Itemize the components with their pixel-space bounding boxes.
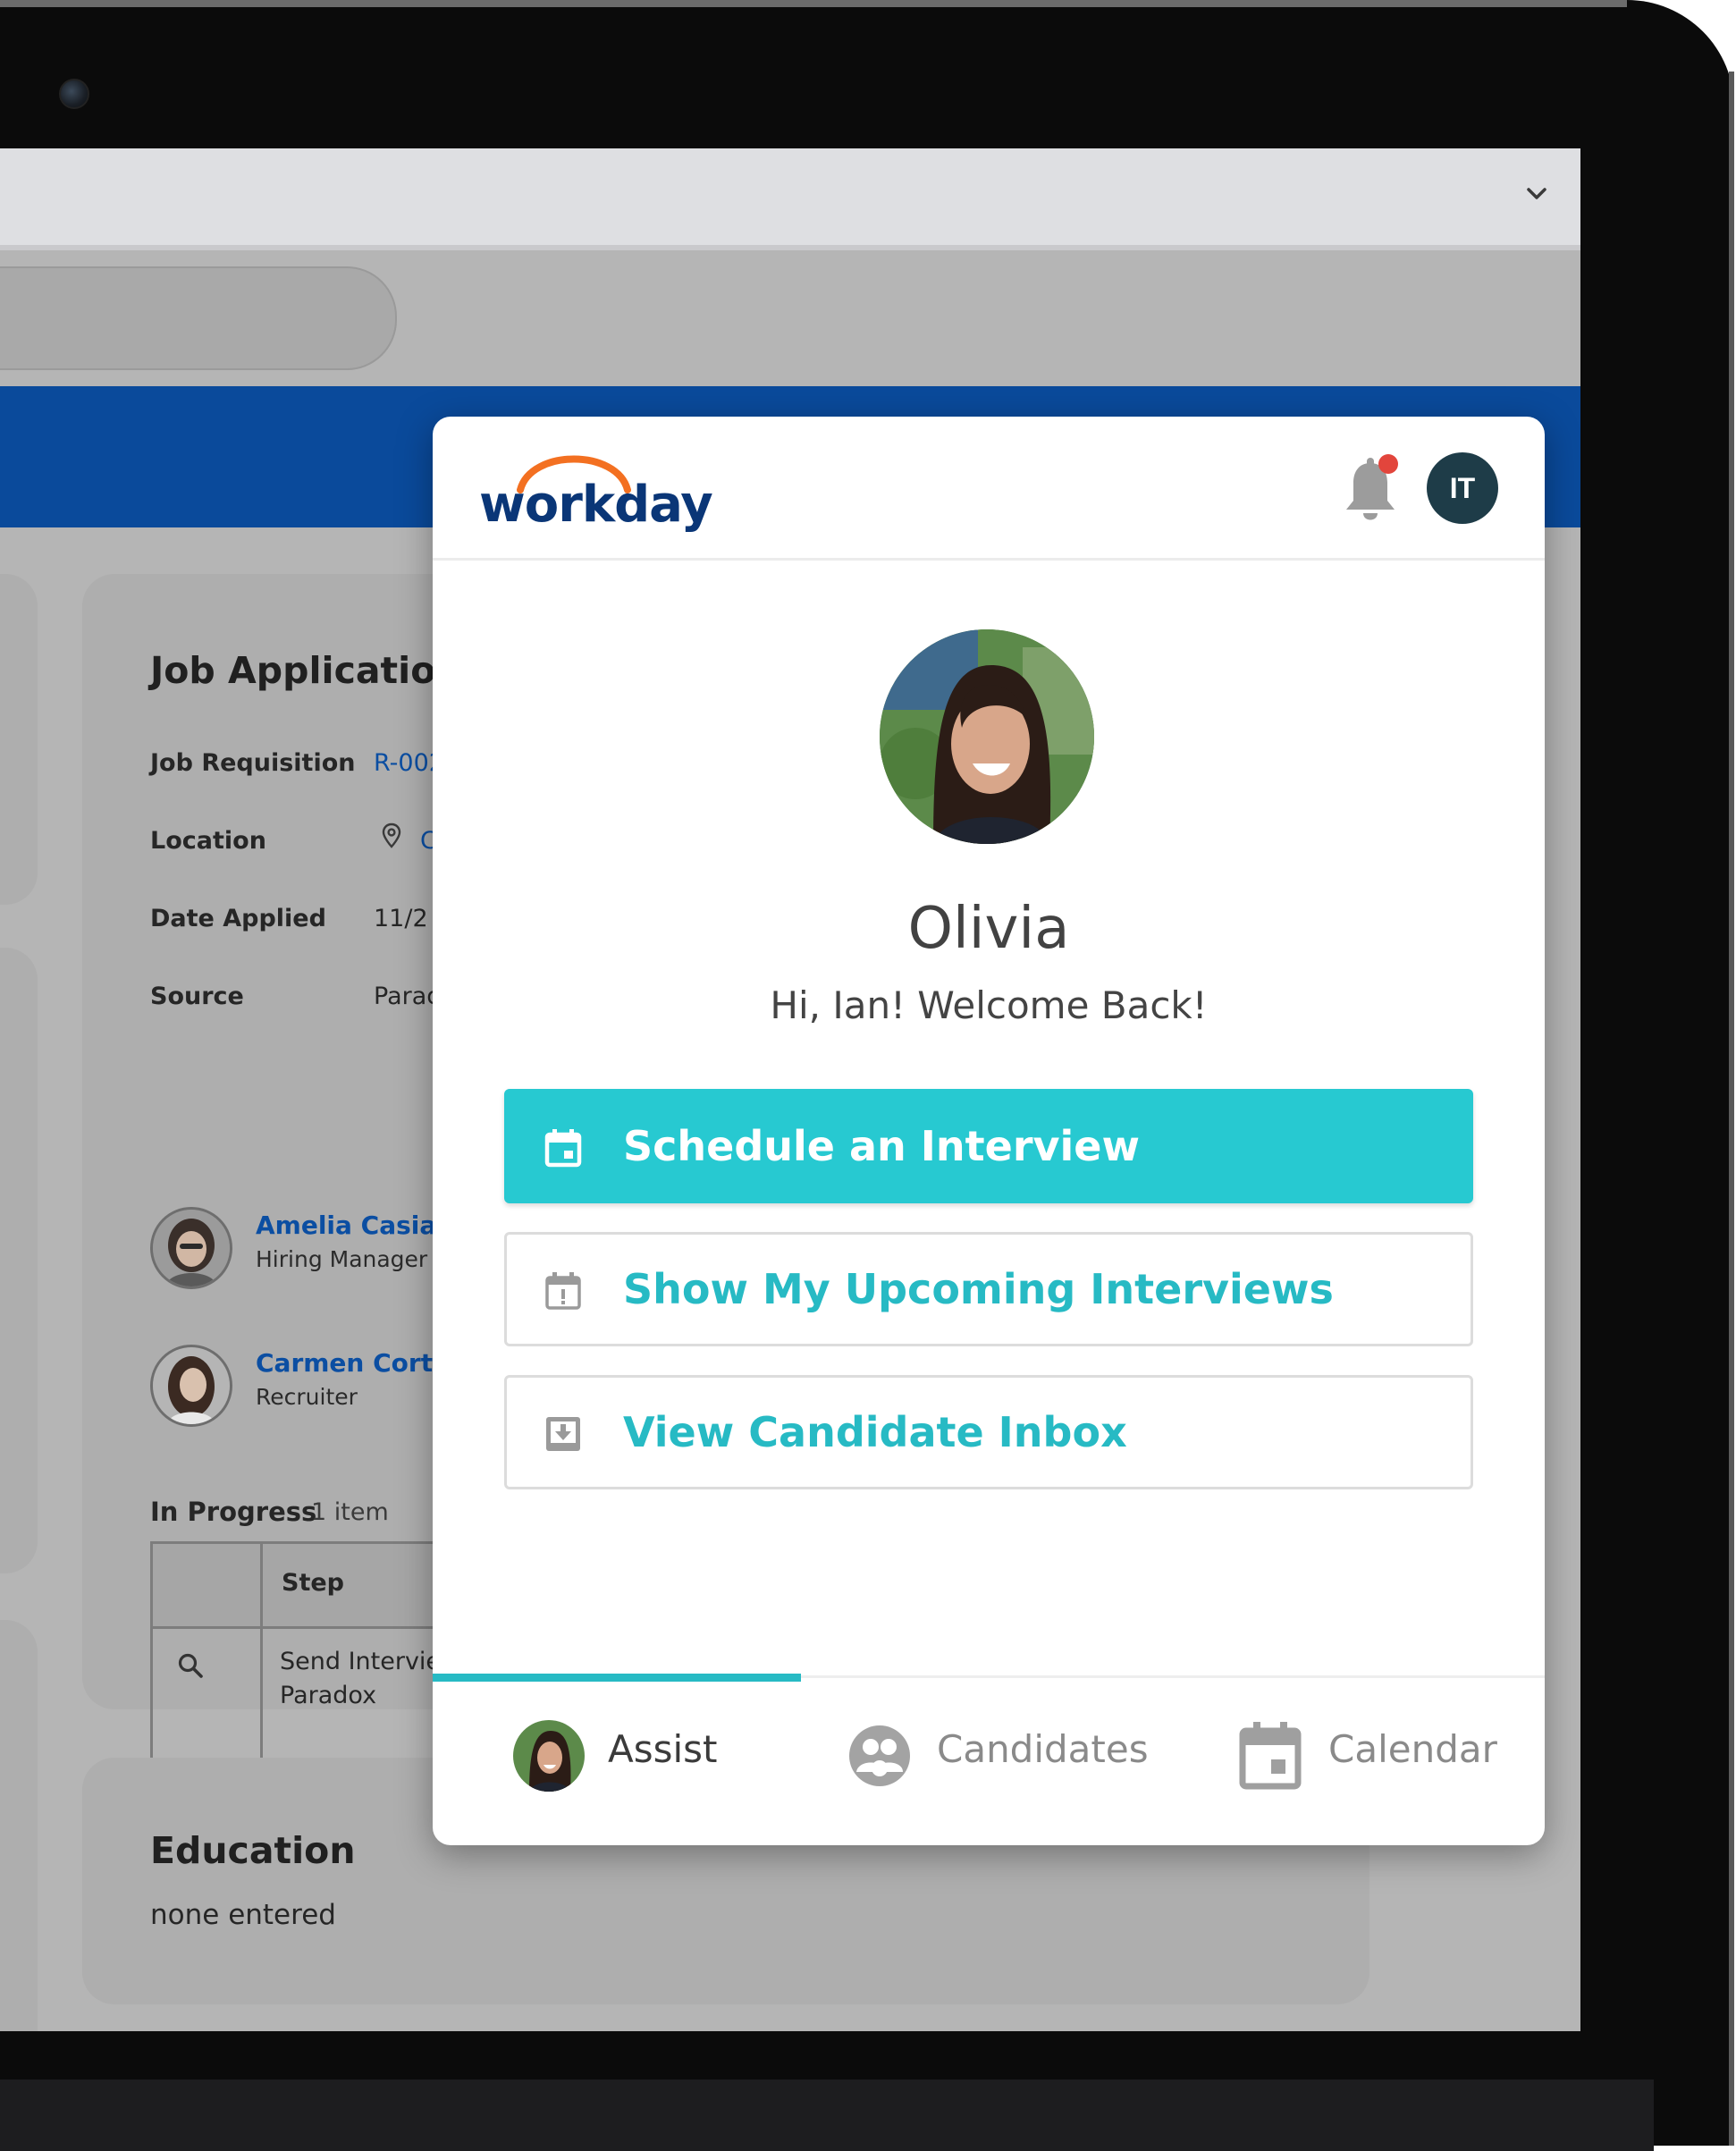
table-row: Paradox (280, 1682, 377, 1709)
hiring-manager-name-link[interactable]: Amelia Casias (256, 1210, 451, 1240)
avatar (150, 1207, 232, 1289)
user-avatar[interactable]: IT (1427, 452, 1498, 524)
frame-edge (0, 0, 1627, 7)
field-label-date-applied: Date Applied (150, 905, 326, 932)
source-value: Parad (374, 983, 442, 1010)
side-card (0, 948, 38, 1573)
date-applied-value: 11/2 (374, 905, 428, 932)
location-pin-icon (382, 822, 401, 848)
side-card (0, 1620, 38, 2031)
upcoming-interviews-button[interactable]: Show My Upcoming Interviews (504, 1232, 1473, 1346)
inbox-download-icon (546, 1417, 580, 1451)
action-label: Schedule an Interview (623, 1122, 1140, 1170)
tab-calendar[interactable]: Calendar (1235, 1700, 1521, 1808)
in-progress-count: 1 item (311, 1498, 389, 1526)
workday-logo: workday (479, 476, 713, 534)
field-label-job-requisition: Job Requisition (150, 749, 356, 777)
search-bar[interactable] (0, 266, 397, 370)
popup-header: workday IT (433, 417, 1545, 561)
recruiter-role: Recruiter (256, 1384, 358, 1410)
schedule-interview-button[interactable]: Schedule an Interview (504, 1089, 1473, 1203)
calendar-icon (1239, 1722, 1302, 1790)
in-progress-label: In Progress (150, 1497, 317, 1527)
field-label-location: Location (150, 827, 266, 855)
calendar-icon (544, 1129, 582, 1168)
field-label-source: Source (150, 983, 244, 1010)
tab-candidates[interactable]: Candidates (844, 1700, 1149, 1808)
laptop-chin (0, 2079, 1654, 2151)
tab-label: Calendar (1328, 1727, 1497, 1771)
avatar (150, 1345, 232, 1427)
olivia-avatar-icon (513, 1720, 585, 1792)
table-row: Send Intervie (280, 1648, 442, 1675)
search-icon[interactable] (176, 1651, 206, 1682)
tab-assist[interactable]: Assist (513, 1700, 728, 1808)
assistant-popup: workday IT Olivia Hi, Ian! Welcome Back!… (433, 417, 1545, 1845)
candidate-inbox-button[interactable]: View Candidate Inbox (504, 1375, 1473, 1489)
chevron-down-icon[interactable] (1521, 179, 1552, 209)
calendar-alert-icon (545, 1272, 581, 1310)
webcam (59, 79, 89, 109)
frame-edge-side (1729, 72, 1734, 2146)
candidates-icon (849, 1725, 910, 1786)
education-title: Education (150, 1829, 356, 1872)
laptop-frame: Job Application Job Requisition R-002 Lo… (0, 0, 1734, 2151)
column-header-step: Step (282, 1569, 344, 1597)
notification-dot (1378, 454, 1398, 474)
tab-label: Assist (608, 1727, 718, 1771)
screen: Job Application Job Requisition R-002 Lo… (0, 148, 1580, 2031)
hiring-manager-role: Hiring Manager (256, 1246, 428, 1272)
welcome-message: Hi, Ian! Welcome Back! (770, 983, 1208, 1027)
tab-label: Candidates (937, 1727, 1149, 1771)
job-application-title: Job Application (150, 649, 462, 692)
browser-bar (0, 148, 1580, 250)
action-label: View Candidate Inbox (623, 1408, 1127, 1456)
bot-name: Olivia (907, 896, 1070, 962)
side-card (0, 574, 38, 905)
active-tab-indicator (433, 1674, 801, 1682)
education-value: none entered (150, 1899, 336, 1931)
olivia-avatar (880, 629, 1094, 844)
action-label: Show My Upcoming Interviews (623, 1265, 1334, 1313)
